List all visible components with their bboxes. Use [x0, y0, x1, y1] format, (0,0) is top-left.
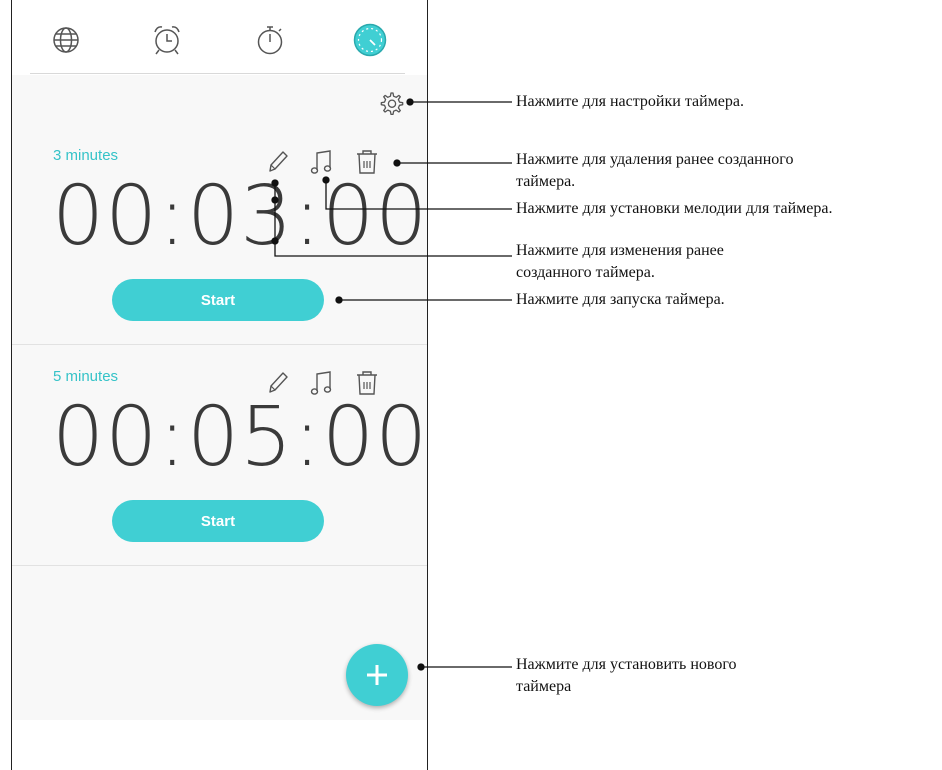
annotation-edit-line2: созданного таймера. — [516, 264, 655, 281]
annotation-add-line1: Нажмите для установить нового — [516, 656, 737, 673]
annotation-delete-line1: Нажмите для удаления ранее созданного — [516, 151, 794, 168]
callout-lines — [271, 98, 512, 671]
annotation-settings: Нажмите для настройки таймера. — [516, 93, 745, 110]
annotation-delete-line2: таймера. — [516, 173, 576, 190]
annotation-melody: Нажмите для установки мелодии для таймер… — [516, 200, 833, 217]
annotation-start: Нажмите для запуска таймера. — [516, 291, 725, 308]
annotation-add-line2: таймера — [516, 678, 572, 695]
annotation-edit-line1: Нажмите для изменения ранее — [516, 242, 724, 259]
